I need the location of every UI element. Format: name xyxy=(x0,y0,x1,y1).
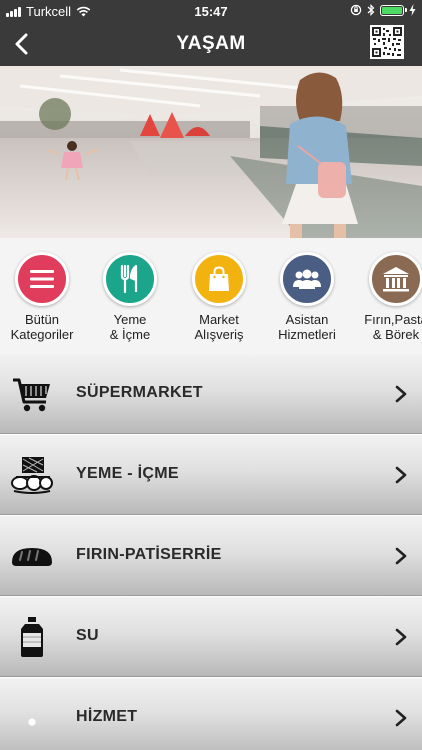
people-icon xyxy=(293,269,321,289)
chevron-right-icon xyxy=(395,466,407,484)
header: YAŞAM xyxy=(0,22,422,66)
page-title: YAŞAM xyxy=(176,33,246,54)
list-item-label: SÜPERMARKET xyxy=(76,384,203,401)
category-label: Asistan Hizmetleri xyxy=(278,312,336,342)
status-bar: Turkcell 15:47 xyxy=(0,0,422,22)
mall-photo-illustration xyxy=(0,66,422,238)
list-item-food-drink[interactable]: YEME - İÇME xyxy=(0,435,422,515)
category-food-drink[interactable]: Yeme & İçme xyxy=(87,252,173,342)
category-circle xyxy=(280,252,334,306)
category-label: Fırın,Pasta & Börek xyxy=(364,312,422,342)
category-market[interactable]: Market Alışveriş xyxy=(176,252,262,342)
fork-knife-icon xyxy=(120,264,138,294)
food-basket-icon xyxy=(11,457,53,494)
list-item-bakery[interactable]: FIRIN-PATİSERRİE xyxy=(0,516,422,596)
section-list: SÜPERMARKET YEME - İÇME FIRIN-PATİSERRİE xyxy=(0,354,422,750)
list-item-supermarket[interactable]: SÜPERMARKET xyxy=(0,354,422,434)
category-circle xyxy=(15,252,69,306)
top-bar: Turkcell 15:47 YAŞAM xyxy=(0,0,422,66)
hero-image xyxy=(0,66,422,238)
menu-lines-icon xyxy=(30,270,54,288)
service-icon xyxy=(27,717,37,727)
list-item-label: FIRIN-PATİSERRİE xyxy=(76,546,222,563)
orientation-lock-icon xyxy=(350,4,362,16)
category-circle xyxy=(103,252,157,306)
category-all[interactable]: Bütün Kategoriler xyxy=(0,252,85,342)
shopping-bag-icon xyxy=(209,266,229,291)
battery-icon xyxy=(380,4,407,16)
chevron-right-icon xyxy=(395,385,407,403)
list-item-label: YEME - İÇME xyxy=(76,465,179,482)
category-bakery[interactable]: Fırın,Pasta & Börek xyxy=(353,252,422,342)
category-label: Yeme & İçme xyxy=(109,312,151,342)
chevron-right-icon xyxy=(395,709,407,727)
category-circle xyxy=(369,252,422,306)
bakery-building-icon xyxy=(383,267,409,292)
list-item-water[interactable]: SU xyxy=(0,597,422,677)
qr-code-icon xyxy=(372,27,402,57)
water-bottle-icon xyxy=(21,617,43,657)
list-item-label: HİZMET xyxy=(76,708,138,725)
list-item-service[interactable]: HİZMET xyxy=(0,678,422,750)
qr-code-button[interactable] xyxy=(370,25,404,59)
category-assistant[interactable]: Asistan Hizmetleri xyxy=(264,252,350,342)
status-right xyxy=(350,4,416,16)
chevron-right-icon xyxy=(395,547,407,565)
shopping-cart-icon xyxy=(13,378,50,412)
list-item-label: SU xyxy=(76,627,99,644)
category-label: Market Alışveriş xyxy=(194,312,244,342)
category-strip: Bütün Kategoriler Yeme & İçme Market Alı… xyxy=(0,238,422,354)
category-label: Bütün Kategoriler xyxy=(10,312,74,342)
category-circle xyxy=(192,252,246,306)
chevron-right-icon xyxy=(395,628,407,646)
bluetooth-icon xyxy=(367,4,375,16)
charging-icon xyxy=(409,4,416,16)
bread-icon xyxy=(12,548,52,566)
